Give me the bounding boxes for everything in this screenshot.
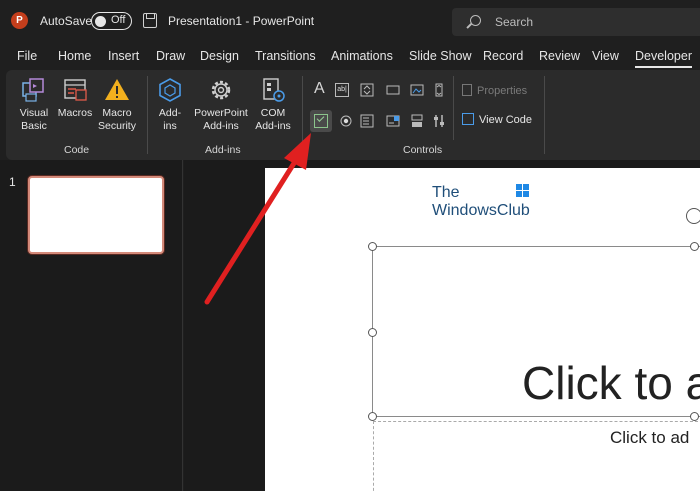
gear-icon — [207, 76, 235, 104]
com-add-ins-label-1: COM — [260, 107, 286, 119]
tab-insert[interactable]: Insert — [108, 49, 139, 63]
subtitle-placeholder-text: Click to ad — [610, 428, 690, 447]
resize-handle[interactable] — [368, 328, 377, 337]
com-add-ins-label-2: Add-ins — [255, 120, 291, 132]
macros-button[interactable]: Macros — [56, 76, 94, 120]
image-control-icon[interactable] — [410, 83, 424, 97]
tab-slide-show[interactable]: Slide Show — [409, 49, 472, 63]
powerpoint-add-ins-label-1: PowerPoint — [194, 107, 248, 119]
macros-label: Macros — [57, 107, 93, 119]
view-code-button[interactable]: View Code — [462, 113, 532, 126]
toggle-knob — [95, 15, 106, 27]
autosave-state: Off — [111, 14, 126, 26]
save-icon[interactable] — [143, 13, 157, 28]
combo-box-icon[interactable] — [386, 114, 400, 128]
search-box[interactable]: Search — [452, 8, 700, 36]
properties-label: Properties — [477, 85, 528, 97]
title-bar: P AutoSave Off Presentation1 - PowerPoin… — [0, 0, 700, 42]
windows-flag-icon — [516, 184, 530, 198]
tab-transitions[interactable]: Transitions — [255, 49, 316, 63]
macro-security-label-2: Security — [98, 120, 136, 132]
tab-animations[interactable]: Animations — [331, 49, 393, 63]
command-button-icon[interactable] — [386, 83, 400, 97]
controls-separator — [453, 76, 454, 140]
visual-basic-label-1: Visual — [19, 107, 49, 119]
tab-home[interactable]: Home — [58, 49, 91, 63]
tab-draw[interactable]: Draw — [156, 49, 185, 63]
rotate-handle-icon[interactable] — [686, 208, 700, 224]
tab-review[interactable]: Review — [539, 49, 580, 63]
slide-thumbnail[interactable] — [28, 176, 164, 254]
logo-line-2: WindowsClub — [432, 202, 530, 219]
label-control-icon[interactable]: A — [314, 80, 325, 98]
com-addins-icon — [259, 76, 287, 104]
view-code-icon — [462, 113, 474, 125]
powerpoint-logo-icon: P — [11, 12, 28, 29]
visual-basic-icon — [20, 76, 48, 104]
option-button-icon[interactable] — [339, 114, 353, 128]
title-placeholder-text: Click to a — [522, 357, 700, 409]
add-ins-label-1: Add- — [158, 107, 182, 119]
add-ins-label-2: ins — [163, 120, 177, 132]
com-add-ins-button[interactable]: COM Add-ins — [253, 76, 293, 133]
tab-developer[interactable]: Developer — [635, 49, 692, 68]
view-code-label: View Code — [479, 114, 532, 126]
more-controls-icon[interactable] — [432, 114, 446, 128]
list-box-icon[interactable] — [360, 114, 374, 128]
autosave-toggle[interactable]: Off — [91, 12, 132, 30]
resize-handle[interactable] — [690, 412, 699, 421]
toggle-button-icon[interactable] — [410, 114, 424, 128]
text-box-control-icon[interactable]: ab| — [335, 83, 349, 97]
warning-icon — [103, 76, 131, 104]
slide-number: 1 — [9, 175, 16, 189]
code-group-label: Code — [64, 144, 90, 156]
powerpoint-add-ins-label-2: Add-ins — [203, 120, 239, 132]
tab-view[interactable]: View — [592, 49, 619, 63]
search-icon — [470, 15, 481, 26]
macro-security-button[interactable]: Macro Security — [95, 76, 139, 133]
macro-security-label-1: Macro — [102, 107, 132, 119]
ribbon: Visual Basic Macros Macro Security Code … — [6, 70, 700, 160]
group-separator — [302, 76, 303, 154]
resize-handle[interactable] — [368, 412, 377, 421]
macros-icon — [61, 76, 89, 104]
visual-basic-label-2: Basic — [21, 120, 47, 132]
powerpoint-add-ins-button[interactable]: PowerPoint Add-ins — [190, 76, 252, 133]
visual-basic-button[interactable]: Visual Basic — [16, 76, 52, 133]
controls-group-label: Controls — [403, 144, 443, 156]
add-ins-group-label: Add-ins — [205, 144, 241, 156]
autosave-label: AutoSave — [40, 14, 93, 28]
tab-design[interactable]: Design — [200, 49, 239, 63]
add-ins-button[interactable]: Add- ins — [154, 76, 186, 133]
tab-record[interactable]: Record — [483, 49, 523, 63]
document-title: Presentation1 - PowerPoint — [168, 14, 315, 28]
properties-button[interactable]: Properties — [462, 84, 527, 97]
scroll-bar-icon[interactable] — [432, 83, 446, 97]
resize-handle[interactable] — [368, 242, 377, 251]
tab-file[interactable]: File — [17, 49, 37, 63]
group-separator — [147, 76, 148, 154]
ribbon-tabs: File Home Insert Draw Design Transitions… — [0, 42, 700, 70]
spin-button-icon[interactable] — [360, 83, 374, 97]
group-separator — [544, 76, 545, 154]
properties-icon — [462, 84, 472, 96]
slides-pane: 1 — [0, 160, 183, 491]
resize-handle[interactable] — [690, 242, 699, 251]
search-placeholder: Search — [495, 15, 534, 29]
check-box-control-button[interactable] — [310, 110, 332, 132]
hexagon-addins-icon — [156, 76, 184, 104]
